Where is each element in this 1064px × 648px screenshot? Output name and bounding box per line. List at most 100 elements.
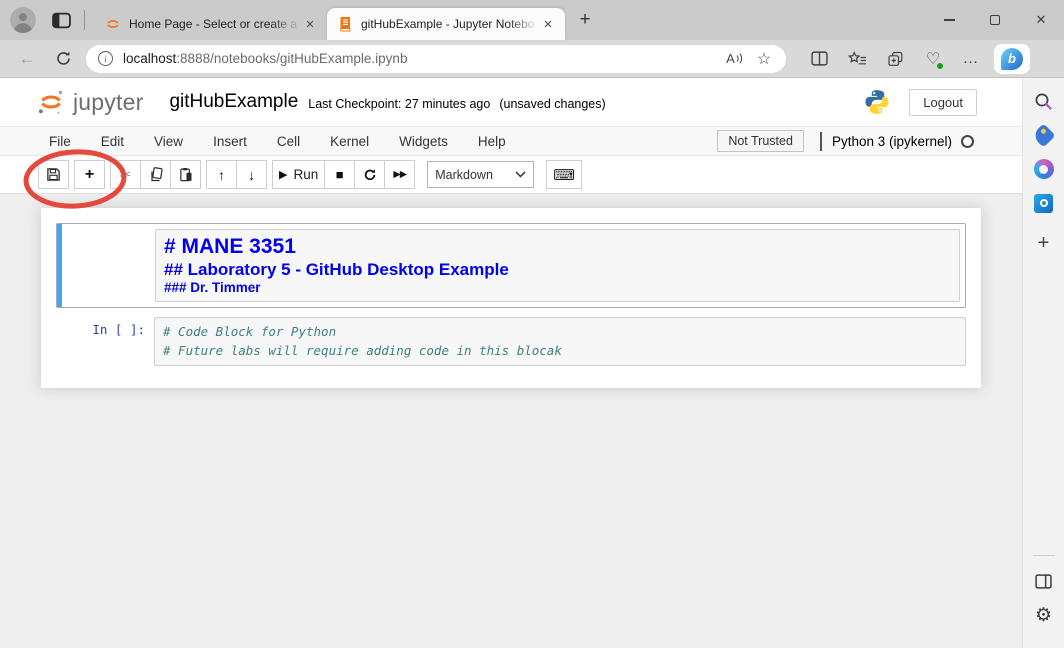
- save-group: [38, 160, 69, 189]
- sidebar-settings-button[interactable]: ⚙: [1031, 602, 1057, 628]
- split-screen-button[interactable]: [804, 45, 834, 73]
- ellipsis-icon: …: [963, 50, 980, 68]
- menu-edit[interactable]: Edit: [86, 134, 139, 149]
- collections-button[interactable]: [880, 45, 910, 73]
- jupyter-logo-text: jupyter: [73, 89, 143, 116]
- not-trusted-badge[interactable]: Not Trusted: [717, 130, 804, 152]
- notebook-title[interactable]: gitHubExample: [169, 91, 298, 113]
- save-checkpoint-button[interactable]: [38, 160, 69, 189]
- sidebar-shopping-button[interactable]: [1031, 122, 1057, 148]
- jupyter-logo[interactable]: jupyter: [36, 88, 143, 116]
- menu-help[interactable]: Help: [463, 134, 521, 149]
- logout-button[interactable]: Logout: [909, 89, 977, 116]
- window-maximize-button[interactable]: [972, 0, 1018, 40]
- insert-group: +: [74, 160, 105, 189]
- refresh-button[interactable]: [50, 46, 76, 72]
- markdown-editor[interactable]: # MANE 3351 ## Laboratory 5 - GitHub Des…: [155, 229, 960, 302]
- markdown-cell[interactable]: # MANE 3351 ## Laboratory 5 - GitHub Des…: [56, 223, 966, 308]
- copy-cell-button[interactable]: [140, 160, 171, 189]
- cell-gap: [56, 308, 966, 317]
- browser-tab-notebook[interactable]: gitHubExample - Jupyter Notebo ✕: [327, 8, 565, 40]
- menu-view[interactable]: View: [139, 134, 198, 149]
- vertical-tabs-icon: [52, 12, 71, 29]
- sound-waves-icon: [736, 52, 742, 65]
- menu-cell[interactable]: Cell: [262, 134, 315, 149]
- fast-forward-icon: ▶▶: [393, 169, 406, 180]
- move-cell-up-button[interactable]: ↑: [206, 160, 237, 189]
- notebook-favicon: [337, 16, 353, 32]
- menu-kernel[interactable]: Kernel: [315, 134, 384, 149]
- code-cell[interactable]: In [ ]: # Code Block for Python # Future…: [56, 317, 966, 366]
- play-icon: ▶: [279, 168, 287, 181]
- menu-insert[interactable]: Insert: [198, 134, 262, 149]
- cut-cell-button[interactable]: ✂: [110, 160, 141, 189]
- edit-group: ✂: [110, 160, 201, 189]
- command-palette-button[interactable]: ⌨: [546, 160, 582, 189]
- keyboard-icon: ⌨: [553, 166, 575, 184]
- input-prompt: In [ ]:: [56, 317, 154, 366]
- sidebar-panel-toggle-button[interactable]: [1031, 568, 1057, 594]
- menu-file[interactable]: File: [34, 134, 86, 149]
- window-close-button[interactable]: ✕: [1018, 0, 1064, 40]
- copy-icon: [149, 167, 163, 182]
- url-path: :8888/notebooks/gitHubExample.ipynb: [176, 51, 407, 66]
- jupyter-app: jupyter gitHubExample Last Checkpoint: 2…: [0, 78, 1022, 648]
- cell-type-value: Markdown: [435, 168, 515, 182]
- tab-close-button[interactable]: ✕: [539, 15, 557, 33]
- sidebar-search-button[interactable]: [1031, 88, 1057, 114]
- restart-icon: [363, 168, 377, 182]
- restart-kernel-button[interactable]: [354, 160, 385, 189]
- titlebar-divider: [84, 10, 85, 30]
- interrupt-kernel-button[interactable]: ■: [324, 160, 355, 189]
- notebook-scroll-area[interactable]: # MANE 3351 ## Laboratory 5 - GitHub Des…: [0, 194, 1022, 648]
- run-label: Run: [293, 167, 318, 182]
- cell-type-select[interactable]: Markdown: [427, 161, 534, 188]
- tab-close-button[interactable]: ✕: [301, 15, 319, 33]
- tab-actions-menu-button[interactable]: [50, 10, 72, 30]
- markdown-prompt-column: [57, 229, 155, 302]
- paste-cell-button[interactable]: [170, 160, 201, 189]
- bing-glyph: b: [1008, 51, 1016, 66]
- browser-tab-home[interactable]: Home Page - Select or create a n ✕: [95, 8, 327, 40]
- window-minimize-button[interactable]: [926, 0, 972, 40]
- insert-cell-button[interactable]: +: [74, 160, 105, 189]
- new-tab-button[interactable]: +: [571, 6, 599, 34]
- url-host: localhost: [123, 51, 176, 66]
- settings-more-button[interactable]: …: [956, 45, 986, 73]
- markdown-line-h1: # MANE 3351: [164, 234, 951, 260]
- profile-avatar[interactable]: [10, 7, 36, 33]
- read-aloud-button[interactable]: A: [722, 47, 746, 71]
- kernel-divider: [820, 132, 822, 151]
- unsaved-changes-status: (unsaved changes): [499, 97, 605, 111]
- copilot-button[interactable]: b: [994, 44, 1030, 74]
- sidebar-divider: [1033, 555, 1055, 556]
- browser-essentials-button[interactable]: ♡: [918, 45, 948, 73]
- jupyter-logo-icon: [36, 88, 66, 116]
- code-comment-line: # Code Block for Python: [163, 322, 957, 341]
- markdown-line-h3: ### Dr. Timmer: [164, 280, 951, 296]
- move-group: ↑ ↓: [206, 160, 267, 189]
- back-button[interactable]: ←: [14, 46, 40, 72]
- move-cell-down-button[interactable]: ↓: [236, 160, 267, 189]
- page-content: jupyter gitHubExample Last Checkpoint: 2…: [0, 78, 1064, 648]
- search-icon: [1034, 92, 1053, 111]
- code-editor[interactable]: # Code Block for Python # Future labs wi…: [154, 317, 966, 366]
- address-bar[interactable]: i localhost:8888/notebooks/gitHubExample…: [86, 45, 786, 73]
- sidebar-outlook-button[interactable]: [1031, 190, 1057, 216]
- markdown-line-h2: ## Laboratory 5 - GitHub Desktop Example: [164, 260, 951, 281]
- sidebar-add-button[interactable]: +: [1031, 230, 1057, 256]
- person-icon: [10, 7, 36, 33]
- restart-run-all-button[interactable]: ▶▶: [384, 160, 415, 189]
- microsoft365-icon: [1034, 159, 1054, 179]
- add-favorite-button[interactable]: ☆: [752, 47, 776, 71]
- run-cell-button[interactable]: ▶ Run: [272, 160, 325, 189]
- menu-widgets[interactable]: Widgets: [384, 134, 463, 149]
- collections-icon: [887, 51, 904, 67]
- sidebar-microsoft365-button[interactable]: [1031, 156, 1057, 182]
- favorites-button[interactable]: [842, 45, 872, 73]
- close-icon: ✕: [1036, 12, 1047, 28]
- kernel-status-indicator: [961, 135, 974, 148]
- tab-title: gitHubExample - Jupyter Notebo: [361, 17, 539, 31]
- site-info-icon[interactable]: i: [98, 51, 113, 66]
- python-logo-icon: [863, 88, 891, 116]
